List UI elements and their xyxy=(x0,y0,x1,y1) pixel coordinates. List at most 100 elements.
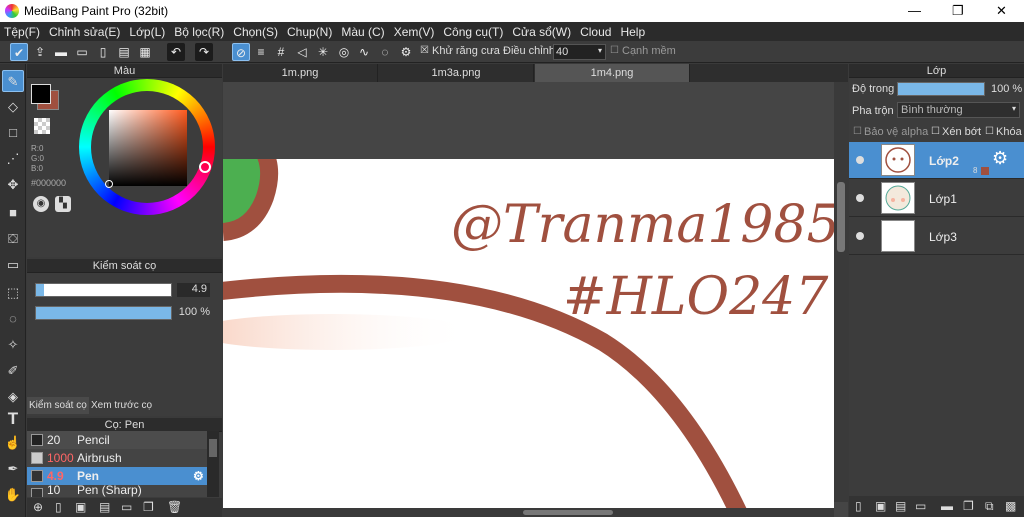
layer-row-lop1[interactable]: Lớp1 xyxy=(849,180,1024,217)
menu-file[interactable]: Tệp(F) xyxy=(4,25,40,39)
layer-row-lop3[interactable]: Lớp3 xyxy=(849,218,1024,255)
menu-cloud[interactable]: Cloud xyxy=(580,25,611,39)
folder-icon[interactable]: ▬ xyxy=(941,499,953,513)
parallel-snap-icon[interactable]: ≡ xyxy=(252,43,270,61)
menu-help[interactable]: Help xyxy=(620,25,645,39)
fill-rect-tool-icon[interactable]: ■ xyxy=(2,202,24,224)
move-tool-icon[interactable]: ✥ xyxy=(2,174,24,196)
blend-mode-select[interactable]: Bình thường ▾ xyxy=(897,102,1020,118)
brush-size-slider[interactable] xyxy=(35,283,172,297)
palette-icon[interactable]: ◉ xyxy=(33,196,49,212)
transparent-color-icon[interactable] xyxy=(34,118,50,134)
canvas-hscrollbar[interactable] xyxy=(223,508,834,517)
menu-edit[interactable]: Chỉnh sửa(E) xyxy=(49,25,120,39)
menu-window[interactable]: Cửa sổ(W) xyxy=(512,25,571,39)
circle-snap-icon[interactable]: ◎ xyxy=(335,43,353,61)
tab-1m4[interactable]: 1m4.png xyxy=(535,64,690,82)
maximize-button[interactable]: ❐ xyxy=(952,3,964,19)
radial-snap-icon[interactable]: ✳ xyxy=(314,43,332,61)
saturation-handle[interactable] xyxy=(105,180,113,188)
cross-snap-icon[interactable]: # xyxy=(272,43,290,61)
list-item-selected[interactable]: 4.9 Pen ⚙ xyxy=(27,467,207,485)
trash-icon[interactable]: 🗑 xyxy=(167,500,182,514)
edge-checkbox[interactable]: ☐ xyxy=(610,45,619,56)
new-layer-8bit-icon[interactable]: ▣ xyxy=(875,499,886,513)
ellipse-snap-icon[interactable]: ◌ xyxy=(376,43,394,61)
page-icon[interactable]: ▯ xyxy=(94,43,112,61)
select-eraser-icon[interactable]: ◈ xyxy=(2,386,24,408)
snap-settings-icon[interactable]: ⚙ xyxy=(397,43,415,61)
menu-select[interactable]: Chọn(S) xyxy=(233,25,278,39)
gear-icon[interactable]: ⚙ xyxy=(193,467,204,485)
tab-brush-control[interactable]: Kiểm soát cọ xyxy=(27,397,89,414)
rectangle-tool-icon[interactable]: □ xyxy=(2,122,24,144)
protect-alpha-checkbox[interactable]: ☐ xyxy=(853,126,862,137)
layer-settings-icon[interactable]: ▩ xyxy=(1005,499,1016,513)
menu-color[interactable]: Màu (C) xyxy=(341,25,384,39)
cloud-save-icon[interactable]: ✔ xyxy=(10,43,28,61)
eye-icon[interactable] xyxy=(856,232,864,240)
select-pen-icon[interactable]: ✐ xyxy=(2,360,24,382)
canvas-vscrollbar[interactable] xyxy=(834,82,848,502)
tab-brush-preview[interactable]: Xem trước cọ xyxy=(91,397,161,414)
magic-wand-icon[interactable]: ✧ xyxy=(2,334,24,356)
panel-icon[interactable]: ▤ xyxy=(115,43,133,61)
new-layer-1bit-icon[interactable]: ▤ xyxy=(895,499,906,513)
brush-size-value[interactable]: 4.9 xyxy=(177,283,210,297)
brush-settings-icon[interactable]: ▣ xyxy=(75,500,86,514)
menu-snap[interactable]: Chụp(N) xyxy=(287,25,332,39)
lock-checkbox[interactable]: ☐ xyxy=(985,126,994,137)
brush-opacity-slider[interactable] xyxy=(35,306,172,320)
menu-view[interactable]: Xem(V) xyxy=(394,25,435,39)
bucket-tool-icon[interactable]: ⛋ xyxy=(2,228,24,250)
list-item[interactable]: 1000 Airbrush xyxy=(27,449,207,467)
gear-icon[interactable]: ⚙ xyxy=(992,148,1008,169)
share-icon[interactable]: ⇪ xyxy=(31,43,49,61)
eye-icon[interactable] xyxy=(856,156,864,164)
adjust-select[interactable]: 40 ▾ xyxy=(553,44,606,60)
close-button[interactable]: ✕ xyxy=(996,3,1007,19)
brush-tool-icon[interactable]: ✎ xyxy=(2,70,24,92)
redo-icon[interactable]: ↷ xyxy=(195,43,213,61)
dot-brush-icon[interactable]: ⋰ xyxy=(2,148,24,170)
vanish-snap-icon[interactable]: ◁ xyxy=(293,43,311,61)
dropper-tool-icon[interactable]: ✒ xyxy=(2,458,24,480)
operation-tool-icon[interactable]: ☝ xyxy=(2,432,24,454)
tab-1m[interactable]: 1m.png xyxy=(223,64,378,82)
menu-filter[interactable]: Bộ lọc(R) xyxy=(174,25,224,39)
hue-handle[interactable] xyxy=(199,161,211,173)
snap-off-icon[interactable]: ⊘ xyxy=(232,43,250,61)
list-item[interactable]: 10 Pen (Sharp) xyxy=(27,485,207,497)
menu-tools[interactable]: Công cụ(T) xyxy=(443,25,503,39)
comment-icon[interactable]: ▬ xyxy=(52,43,70,61)
duplicate-layer-icon[interactable]: ❐ xyxy=(963,499,974,513)
brush-list-scrollbar[interactable] xyxy=(207,431,219,497)
eye-icon[interactable] xyxy=(856,194,864,202)
lasso-tool-icon[interactable]: ◌ xyxy=(2,308,24,330)
antialias-checkbox[interactable]: ☒ xyxy=(420,45,429,56)
grid-panel-icon[interactable]: ▦ xyxy=(136,43,154,61)
color-picker-icon[interactable]: ▚ xyxy=(55,196,71,212)
text-tool-icon[interactable]: T xyxy=(2,408,24,430)
canvas-area[interactable]: @Tranma1985 #HLO247 xyxy=(223,82,848,517)
curve-snap-icon[interactable]: ∿ xyxy=(355,43,373,61)
layer-row-lop2[interactable]: Lớp2 8 ⚙ xyxy=(849,142,1024,179)
minimize-button[interactable]: — xyxy=(908,3,921,18)
clip-checkbox[interactable]: ☐ xyxy=(931,126,940,137)
select-rect-icon[interactable]: ⬚ xyxy=(2,282,24,304)
saturation-square[interactable] xyxy=(105,110,187,188)
layer-opacity-slider[interactable] xyxy=(897,82,985,96)
menu-layer[interactable]: Lớp(L) xyxy=(129,25,165,39)
canvas-drawing[interactable]: @Tranma1985 #HLO247 xyxy=(223,82,848,517)
add-brush-icon[interactable]: ⊕ xyxy=(33,500,43,514)
tab-1m3a[interactable]: 1m3a.png xyxy=(379,64,534,82)
speech-icon[interactable]: ▭ xyxy=(73,43,91,61)
foreground-color-swatch[interactable] xyxy=(31,84,51,104)
merge-layer-icon[interactable]: ⧉ xyxy=(985,499,994,514)
add-layer-menu-icon[interactable]: ▭ xyxy=(915,499,926,513)
duplicate-icon[interactable]: ❐ xyxy=(143,500,154,514)
cloud-brush-icon[interactable]: ▤ xyxy=(99,500,110,514)
new-layer-icon[interactable]: ▯ xyxy=(855,499,862,513)
gradient-tool-icon[interactable]: ▭ xyxy=(2,254,24,276)
new-brush-icon[interactable]: ▯ xyxy=(55,500,62,514)
